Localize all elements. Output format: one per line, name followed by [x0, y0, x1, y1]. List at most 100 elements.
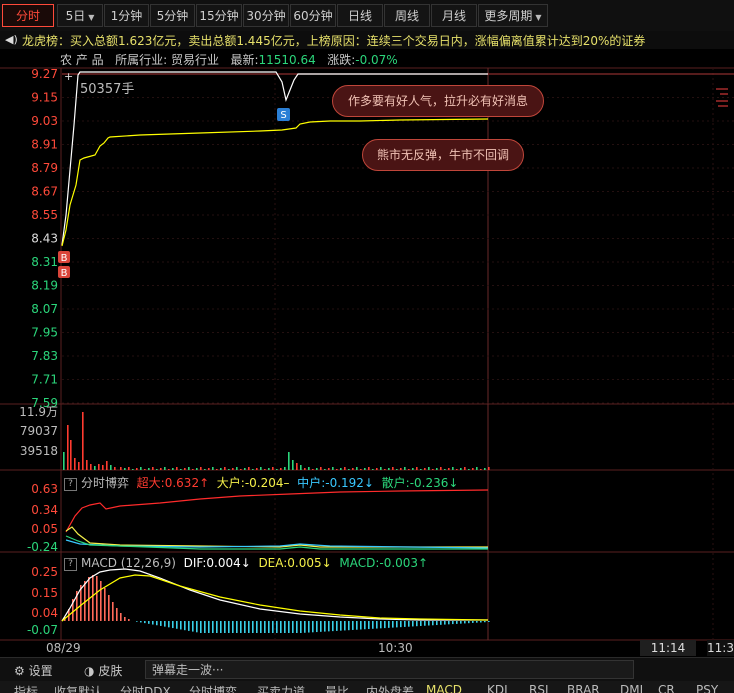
- price-tick-label: 8.43: [31, 232, 58, 246]
- macd-histogram: [64, 575, 490, 633]
- settings-button[interactable]: ⚙ 设置: [14, 662, 53, 679]
- help-icon[interactable]: ?: [64, 558, 77, 571]
- game-panel-header: ? 分时博弈 超大:0.632↑ 大户:-0.204– 中户:-0.192↓ 散户…: [64, 474, 458, 491]
- indicator-tab[interactable]: 收复默认: [54, 683, 102, 693]
- price-tick-label: 8.07: [31, 302, 58, 316]
- macd-bar-negative: [148, 621, 150, 624]
- macd-bar-negative: [408, 621, 410, 627]
- game-panel-title: 分时博弈: [81, 476, 130, 490]
- volume-bar: [148, 468, 150, 470]
- volume-bar: [464, 467, 466, 470]
- volume-bar: [180, 469, 182, 470]
- volume-bar: [128, 467, 130, 470]
- down-arrow-icon: ↓: [448, 476, 459, 490]
- macd-bar-negative: [352, 621, 354, 630]
- indicator-tab[interactable]: 分时博弈: [189, 683, 237, 693]
- volume-bar: [102, 465, 104, 470]
- note-bubble[interactable]: 作多要有好人气，拉升必有好消息: [332, 85, 544, 117]
- volume-bar: [164, 467, 166, 470]
- volume-bar: [376, 468, 378, 470]
- macd-bar-negative: [244, 621, 246, 633]
- macd-bar-negative: [204, 621, 206, 633]
- dif-value: DIF:0.004↓: [183, 556, 251, 570]
- macd-bar-negative: [312, 621, 314, 633]
- macd-bar-negative: [384, 621, 386, 629]
- indicator-tab[interactable]: PSY: [696, 683, 718, 693]
- volume-bar: [176, 467, 178, 470]
- price-tick-label: 8.31: [31, 255, 58, 269]
- note-bubble[interactable]: 熊市无反弹，牛市不回调: [362, 139, 524, 171]
- volume-bar: [132, 469, 134, 470]
- skin-button[interactable]: ◑ 皮肤: [84, 662, 122, 679]
- svg-text:B: B: [61, 253, 68, 264]
- macd-bar-negative: [468, 621, 470, 624]
- gear-icon: ⚙: [14, 664, 25, 678]
- large-line: [65, 526, 488, 548]
- volume-bar: [232, 468, 234, 470]
- indicator-tab[interactable]: RSI: [529, 683, 549, 693]
- macd-bar-positive: [108, 595, 110, 621]
- up-arrow-icon: ↑: [199, 476, 210, 490]
- help-icon[interactable]: ?: [64, 478, 77, 491]
- volume-bar: [244, 468, 246, 470]
- volume-bar: [468, 469, 470, 470]
- volume-bar: [484, 468, 486, 470]
- volume-bar: [344, 467, 346, 470]
- macd-bar-negative: [240, 621, 242, 633]
- indicator-tab[interactable]: 内外盘差: [366, 683, 414, 693]
- price-tick-label: 7.83: [31, 349, 58, 363]
- macd-bar-negative: [164, 621, 166, 627]
- volume-bar: [264, 469, 266, 470]
- volume-bar: [336, 469, 338, 470]
- volume-tooltip: 50357手: [80, 82, 135, 97]
- macd-panel-header: ? MACD (12,26,9) DIF:0.004↓ DEA:0.005↓ MA…: [64, 556, 428, 571]
- volume-bar: [428, 467, 430, 470]
- macd-bar-negative: [232, 621, 234, 633]
- indicator-tab[interactable]: DMI: [620, 683, 643, 693]
- volume-bar: [392, 467, 394, 470]
- volume-bar: [444, 469, 446, 470]
- macd-title: MACD (12,26,9): [81, 556, 176, 570]
- macd-bar-negative: [224, 621, 226, 633]
- buy-marker[interactable]: B: [58, 251, 70, 264]
- danmu-input[interactable]: 弹幕走一波···: [145, 660, 634, 679]
- macd-bar-negative: [480, 621, 482, 623]
- macd-bar-negative: [472, 621, 474, 623]
- macd-bar-negative: [368, 621, 370, 630]
- macd-bar-negative: [316, 621, 318, 633]
- macd-bar-negative: [376, 621, 378, 629]
- volume-bar: [248, 467, 250, 470]
- volume-bar: [168, 469, 170, 470]
- indicator-tab[interactable]: 量比: [325, 683, 349, 693]
- volume-bar: [368, 467, 370, 470]
- indicator-tab[interactable]: 分时DDX: [120, 683, 171, 693]
- volume-bar: [420, 469, 422, 470]
- macd-bar-negative: [180, 621, 182, 630]
- indicator-tab[interactable]: KDJ: [487, 683, 508, 693]
- macd-bar-negative: [216, 621, 218, 633]
- macd-bar-positive: [128, 619, 130, 621]
- macd-bar-negative: [300, 621, 302, 633]
- indicator-tab[interactable]: BRAR: [567, 683, 600, 693]
- volume-bars: [63, 412, 490, 470]
- indicator-tab[interactable]: 指标: [14, 683, 38, 693]
- price-tick-label: 9.15: [31, 91, 58, 105]
- volume-bar: [252, 469, 254, 470]
- volume-bar: [328, 468, 330, 470]
- price-axis: 9.27 9.15 9.03 8.91 8.79 8.67 8.55 8.43 8.31 8.19…: [31, 67, 58, 410]
- price-tick-label: 9.27: [31, 67, 58, 81]
- macd-bar-negative: [200, 621, 202, 633]
- macd-bar-negative: [432, 621, 434, 626]
- volume-bar: [432, 469, 434, 470]
- volume-bar: [312, 469, 314, 470]
- indicator-tab[interactable]: CR: [658, 683, 675, 693]
- sell-marker[interactable]: S: [277, 108, 290, 121]
- macd-bar-negative: [136, 621, 138, 622]
- indicator-tab[interactable]: 买卖力道: [257, 683, 305, 693]
- macd-bar-negative: [320, 621, 322, 632]
- macd-bar-negative: [168, 621, 170, 628]
- indicator-tab[interactable]: MACD: [426, 683, 462, 693]
- macd-bar-negative: [172, 621, 174, 629]
- macd-bar-negative: [184, 621, 186, 631]
- buy-marker[interactable]: B: [58, 266, 70, 279]
